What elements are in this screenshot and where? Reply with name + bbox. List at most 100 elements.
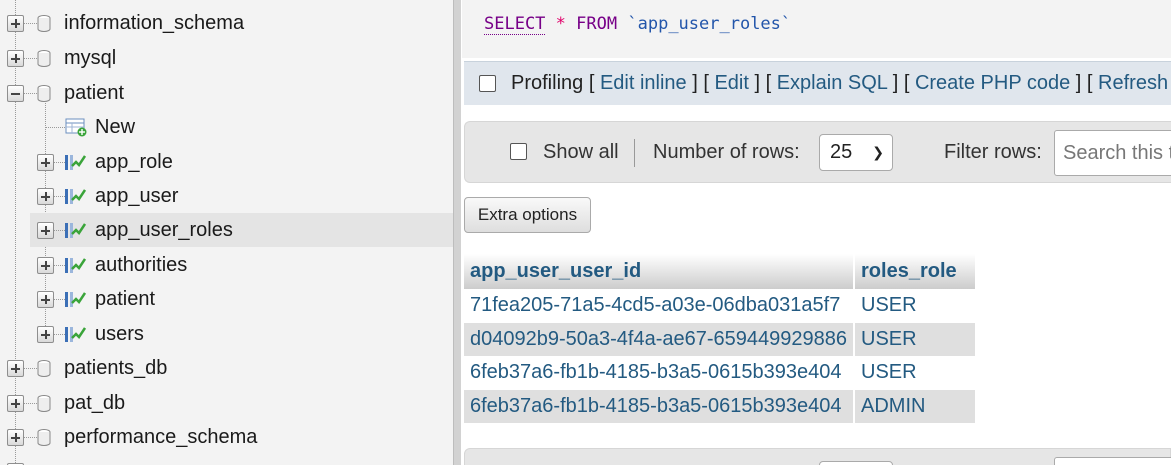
expand-plus-icon[interactable] (37, 291, 54, 308)
tree-table-users[interactable]: users (0, 317, 453, 351)
chevron-down-icon: ❯ (872, 144, 884, 160)
expand-plus-icon[interactable] (7, 50, 24, 67)
tree-table-patient[interactable]: patient (0, 282, 453, 316)
bottom-navigation-bar (464, 448, 1171, 465)
table-cell[interactable]: ADMIN (854, 389, 978, 423)
tree-item-new-table[interactable]: New (0, 110, 453, 144)
profiling-label[interactable]: Profiling (511, 72, 583, 94)
table-row: 6feb37a6-fb1b-4185-b3a5-0615b393e404 USE… (464, 356, 978, 390)
tree-table-authorities[interactable]: authorities (0, 248, 453, 282)
tree-item-label[interactable]: patient (95, 287, 155, 311)
sql-query-box: SELECT * FROM `app_user_roles` (462, 0, 1171, 58)
expand-plus-icon[interactable] (37, 222, 54, 239)
results-table: app_user_user_id roles_role 71fea205-71a… (464, 254, 978, 423)
table-cell[interactable]: USER (854, 356, 978, 390)
expand-plus-icon[interactable] (37, 188, 54, 205)
tree-db-patient[interactable]: patient (0, 76, 453, 110)
expand-plus-icon[interactable] (37, 154, 54, 171)
rows-value: 25 (830, 141, 853, 163)
table-row: 6feb37a6-fb1b-4185-b3a5-0615b393e404 ADM… (464, 389, 978, 423)
table-icon (65, 292, 86, 307)
show-all-checkbox[interactable] (510, 143, 527, 160)
bottom-rows-select[interactable] (819, 461, 893, 465)
bottom-filter-input[interactable] (1054, 457, 1171, 465)
sql-keyword-from: FROM (576, 14, 618, 34)
collapse-minus-icon[interactable] (7, 85, 24, 102)
explain-sql-link[interactable]: Explain SQL (777, 72, 887, 94)
navigation-bar: Show all Number of rows: 25 ❯ Filter row… (464, 121, 1171, 183)
tree-item-label[interactable]: app_user (95, 184, 178, 208)
edit-link[interactable]: Edit (714, 72, 748, 94)
tree-db-information-schema[interactable]: information_schema (0, 6, 453, 40)
expand-plus-icon[interactable] (37, 257, 54, 274)
extra-options-button[interactable]: Extra options (464, 197, 591, 233)
table-cell[interactable]: 71fea205-71a5-4cd5-a03e-06dba031a5f7 (464, 289, 856, 323)
tree-db-label[interactable]: performance_schema (64, 425, 257, 449)
edit-inline-link[interactable]: Edit inline (600, 72, 687, 94)
tree-table-app-user[interactable]: app_user (0, 179, 453, 213)
column-header-app-user-user-id[interactable]: app_user_user_id (464, 254, 856, 289)
tree-item-label[interactable]: authorities (95, 253, 187, 277)
tree-item-label[interactable]: app_role (95, 150, 173, 174)
tree-db-label[interactable]: pat_db (64, 391, 125, 415)
table-cell[interactable]: USER (854, 322, 978, 356)
tree-db-label[interactable]: mysql (64, 46, 116, 70)
sql-table-name: `app_user_roles` (627, 14, 792, 34)
table-icon (65, 155, 86, 170)
table-icon (65, 189, 86, 204)
expand-plus-icon[interactable] (7, 360, 24, 377)
table-row: d04092b9-50a3-4f4a-ae67-659449929886 USE… (464, 322, 978, 356)
refresh-link[interactable]: Refresh (1098, 72, 1168, 94)
expand-plus-icon[interactable] (7, 15, 24, 32)
table-cell[interactable]: USER (854, 289, 978, 323)
rows-per-page-select[interactable]: 25 ❯ (819, 134, 893, 171)
tree-db-performance-schema[interactable]: performance_schema (0, 420, 453, 454)
database-icon (37, 429, 51, 446)
new-table-icon (65, 118, 87, 137)
database-icon (37, 50, 51, 67)
tree-db-label[interactable]: information_schema (64, 11, 244, 35)
tree-db-label[interactable]: patient (64, 81, 124, 105)
table-cell[interactable]: d04092b9-50a3-4f4a-ae67-659449929886 (464, 322, 856, 356)
database-icon (37, 395, 51, 412)
sql-query-text: SELECT * FROM `app_user_roles` (484, 14, 792, 35)
sql-keyword-select[interactable]: SELECT (484, 14, 546, 35)
database-icon (37, 85, 51, 102)
table-icon (65, 327, 86, 342)
main-content: SELECT * FROM `app_user_roles` Profiling… (462, 0, 1171, 465)
tree-item-label[interactable]: app_user_roles (95, 218, 233, 242)
tree-db-patients-db[interactable]: patients_db (0, 351, 453, 385)
table-cell[interactable]: 6feb37a6-fb1b-4185-b3a5-0615b393e404 (464, 389, 856, 423)
table-icon (65, 258, 86, 273)
tree-item-label[interactable]: New (95, 115, 135, 139)
query-options-bar: Profiling [ Edit inline ] [ Edit ] [ Exp… (464, 61, 1171, 105)
tree-table-app-role[interactable]: app_role (0, 145, 453, 179)
create-php-code-link[interactable]: Create PHP code (915, 72, 1070, 94)
profiling-line: Profiling [ Edit inline ] [ Edit ] [ Exp… (511, 72, 1169, 94)
separator (634, 139, 635, 167)
rows-label: Number of rows: (653, 141, 800, 163)
database-icon (37, 15, 51, 32)
tree-db-label[interactable]: patients_db (64, 356, 167, 380)
table-row: 71fea205-71a5-4cd5-a03e-06dba031a5f7 USE… (464, 289, 978, 323)
table-header-row: app_user_user_id roles_role (464, 254, 978, 289)
tree-db-pat-db[interactable]: pat_db (0, 386, 453, 420)
profiling-checkbox[interactable] (479, 75, 496, 92)
database-icon (37, 360, 51, 377)
navigation-tree: information_schema mysql patient New app… (0, 0, 453, 465)
expand-plus-icon[interactable] (37, 326, 54, 343)
tree-db-mysql[interactable]: mysql (0, 41, 453, 75)
filter-rows-input[interactable]: Search this ta (1054, 130, 1171, 176)
sql-star: * (555, 14, 566, 34)
expand-plus-icon[interactable] (7, 395, 24, 412)
tree-db-cutoff[interactable] (0, 454, 453, 465)
expand-plus-icon[interactable] (7, 429, 24, 446)
tree-item-label[interactable]: users (95, 322, 144, 346)
sidebar-resize-handle[interactable] (453, 0, 461, 465)
table-icon (65, 223, 86, 238)
tree-table-app-user-roles[interactable]: app_user_roles (30, 213, 453, 247)
show-all-label[interactable]: Show all (543, 141, 619, 164)
column-header-roles-role[interactable]: roles_role (854, 254, 978, 289)
table-cell[interactable]: 6feb37a6-fb1b-4185-b3a5-0615b393e404 (464, 356, 856, 390)
filter-rows-label: Filter rows: (944, 141, 1042, 163)
